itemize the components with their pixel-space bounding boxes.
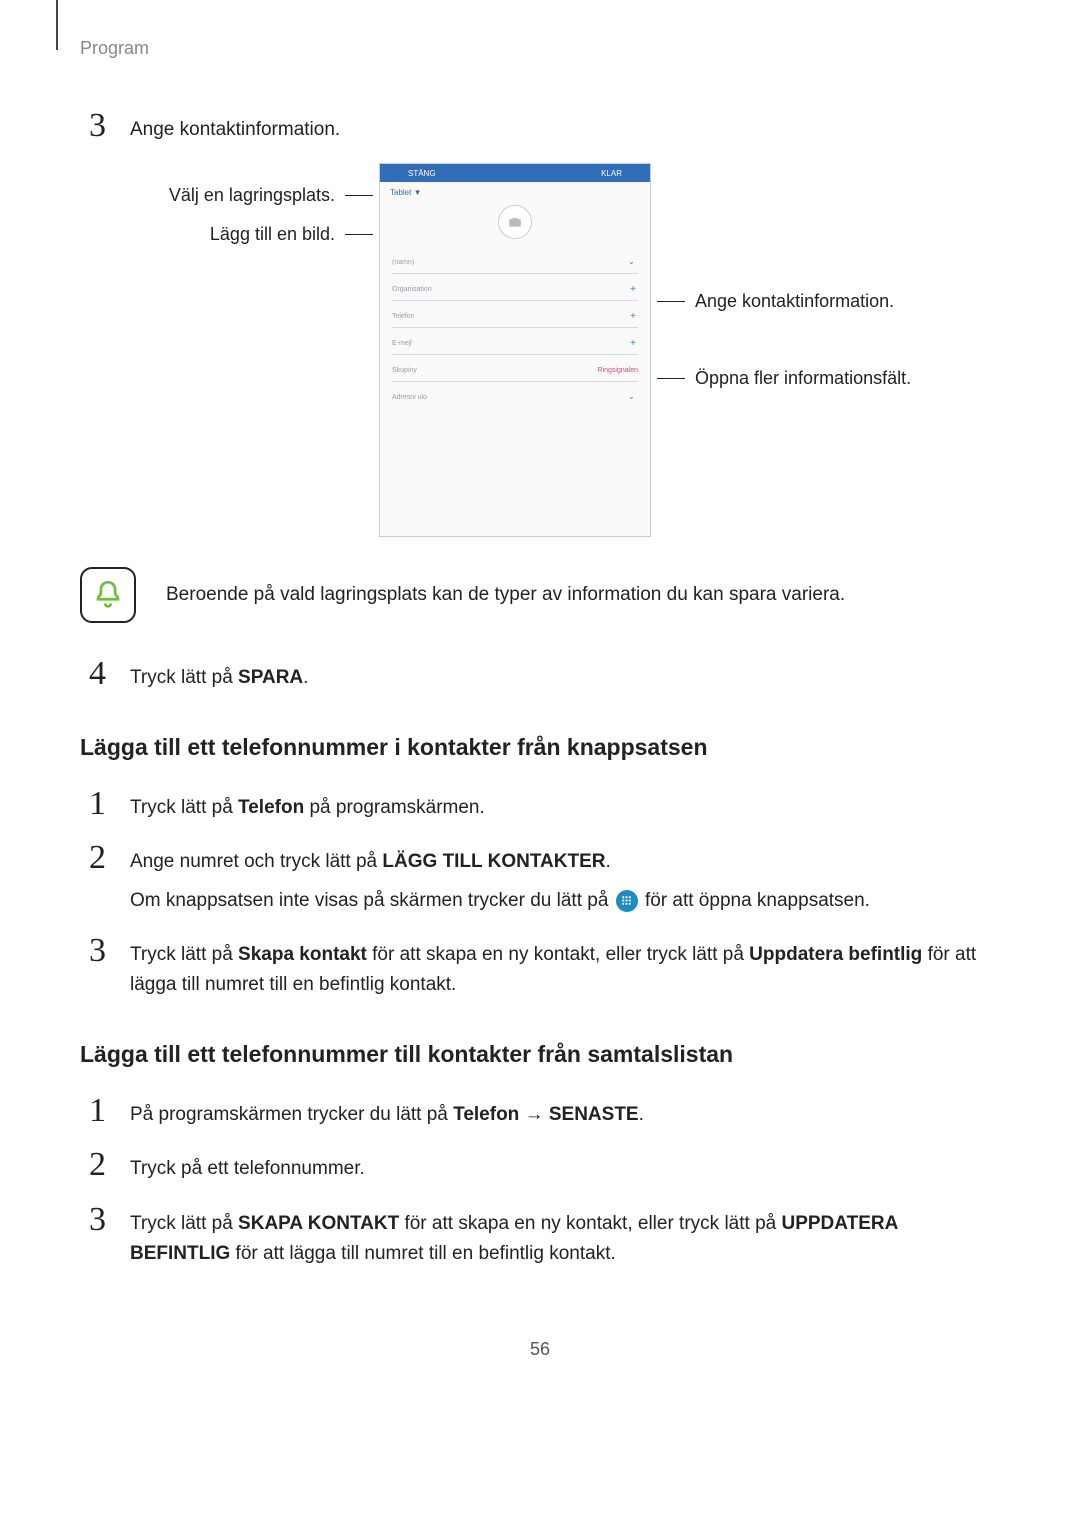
callout-more: Öppna fler informationsfält. [695, 368, 911, 389]
step-4: 4 Tryck lätt på SPARA. [80, 657, 1000, 693]
text-part: på programskärmen. [304, 797, 485, 818]
step-text: Tryck lätt på SKAPA KONTAKT för att skap… [130, 1203, 1000, 1270]
text-part: Tryck lätt på [130, 667, 238, 688]
text-part: . [303, 667, 308, 688]
mock-field: E-mejl+ [392, 328, 638, 355]
step-number: 2 [80, 841, 106, 875]
mock-screen: STÄNG KLAR Tablet ▼ (namn)⌄ Organisation… [379, 163, 651, 537]
subheading-keypad: Lägga till ett telefonnummer i kontakter… [80, 734, 1000, 761]
callout-line [657, 301, 685, 302]
step-text: På programskärmen trycker du lätt på Tel… [130, 1094, 1000, 1130]
mock-field: Organisation+ [392, 274, 638, 301]
mock-fields: (namn)⌄ Organisation+ Telefon+ E-mejl+ S… [380, 247, 650, 408]
dialpad-icon [616, 890, 638, 912]
step-3: 3 Ange kontaktinformation. [80, 109, 1000, 145]
page-category: Program [80, 38, 1000, 59]
log-step-2: 2 Tryck på ett telefonnummer. [80, 1148, 1000, 1184]
callout-line [657, 378, 685, 379]
keypad-step-2: 2 Ange numret och tryck lätt på LÄGG TIL… [80, 841, 1000, 916]
callout-info: Ange kontaktinformation. [695, 291, 894, 312]
text-bold: Skapa kontakt [238, 944, 367, 965]
mock-field: Adresni ulo⌄ [392, 382, 638, 408]
text-part: för att skapa en ny kontakt, eller tryck… [399, 1213, 781, 1234]
log-step-1: 1 På programskärmen trycker du lätt på T… [80, 1094, 1000, 1130]
step-text: Tryck lätt på Skapa kontakt för att skap… [130, 934, 1000, 1001]
text-part: . [605, 851, 610, 872]
step-number: 3 [80, 934, 106, 968]
mock-done: KLAR [601, 169, 622, 178]
step-text: Tryck på ett telefonnummer. [130, 1148, 1000, 1184]
mock-avatar-row [380, 203, 650, 247]
mock-storage-select: Tablet ▼ [380, 182, 650, 203]
mock-topbar: STÄNG KLAR [380, 164, 650, 182]
step-text: Tryck lätt på Telefon på programskärmen. [130, 787, 1000, 823]
text-bold: Telefon [238, 797, 304, 818]
subheading-calllog: Lägga till ett telefonnummer till kontak… [80, 1041, 1000, 1068]
text-part: Tryck lätt på [130, 797, 238, 818]
text-bold: LÄGG TILL KONTAKTER [382, 851, 605, 872]
text-part: Tryck lätt på [130, 1213, 238, 1234]
step-text: Tryck lätt på SPARA. [130, 657, 1000, 693]
text-part: Om knappsatsen inte visas på skärmen try… [130, 890, 614, 911]
note-text: Beroende på vald lagringsplats kan de ty… [166, 581, 845, 610]
text-part: Tryck lätt på [130, 944, 238, 965]
callout-storage: Välj en lagringsplats. [169, 185, 335, 206]
text-bold: Telefon [453, 1104, 519, 1125]
text-part: På programskärmen trycker du lätt på [130, 1104, 453, 1125]
step-number: 2 [80, 1148, 106, 1182]
text-part: för att lägga till numret till en befint… [230, 1243, 615, 1264]
note-bell-icon [80, 567, 136, 623]
mock-storage-label: Tablet ▼ [390, 188, 422, 197]
page-number: 56 [80, 1339, 1000, 1360]
mock-close: STÄNG [408, 169, 436, 178]
text-bold: SENASTE [549, 1104, 639, 1125]
step-number: 1 [80, 1094, 106, 1128]
arrow-glyph: → [519, 1104, 549, 1125]
step-number: 3 [80, 1203, 106, 1237]
text-bold: SKAPA KONTAKT [238, 1213, 399, 1234]
step-number: 1 [80, 787, 106, 821]
note-block: Beroende på vald lagringsplats kan de ty… [80, 567, 1000, 623]
side-rule [56, 0, 58, 50]
step-number: 4 [80, 657, 106, 691]
text-part: för att öppna knappsatsen. [645, 890, 870, 911]
callout-line [345, 195, 373, 196]
mock-field: (namn)⌄ [392, 247, 638, 274]
text-part: Ange numret och tryck lätt på [130, 851, 382, 872]
text-part: för att skapa en ny kontakt, eller tryck… [367, 944, 749, 965]
step-number: 3 [80, 109, 106, 143]
text-part: . [639, 1104, 644, 1125]
camera-icon [498, 205, 532, 239]
callout-image: Lägg till en bild. [210, 224, 335, 245]
contact-figure: Välj en lagringsplats. Lägg till en bild… [80, 163, 1000, 537]
mock-field: SkupinyRingsignalen [392, 355, 638, 382]
keypad-step-1: 1 Tryck lätt på Telefon på programskärme… [80, 787, 1000, 823]
callout-line [345, 234, 373, 235]
step-text: Ange kontaktinformation. [130, 109, 1000, 145]
mock-field: Telefon+ [392, 301, 638, 328]
log-step-3: 3 Tryck lätt på SKAPA KONTAKT för att sk… [80, 1203, 1000, 1270]
text-bold: SPARA [238, 667, 303, 688]
step-text: Ange numret och tryck lätt på LÄGG TILL … [130, 841, 1000, 916]
text-bold: Uppdatera befintlig [749, 944, 922, 965]
keypad-step-3: 3 Tryck lätt på Skapa kontakt för att sk… [80, 934, 1000, 1001]
